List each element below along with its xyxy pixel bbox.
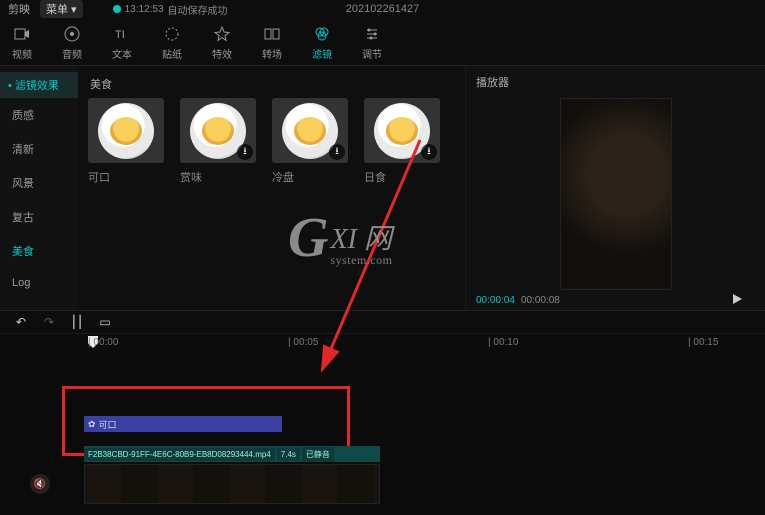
- text-icon: TI: [112, 24, 132, 44]
- tab-effect[interactable]: 特效: [212, 24, 232, 61]
- filter-clip-label: 可口: [99, 418, 117, 431]
- filter-thumb: ⭳: [272, 98, 348, 163]
- play-button[interactable]: [731, 293, 743, 308]
- svg-text:TI: TI: [115, 29, 125, 41]
- sidebar-item-scenery[interactable]: 风景: [0, 166, 78, 200]
- filter-card-label: 可口: [88, 169, 164, 185]
- title-bar: 剪映 菜单 ▾ 13:12:53 自动保存成功 202102261427: [0, 0, 765, 18]
- filter-card[interactable]: ⭳ 赏味: [180, 98, 256, 185]
- gallery-header: 美食: [90, 76, 455, 92]
- filter-gallery: 美食 可口 ⭳ 赏味 ⭳ 冷盘 ⭳ 日食: [78, 66, 465, 310]
- adjust-icon: [362, 24, 382, 44]
- current-time: 00:00:04: [476, 295, 515, 306]
- tab-audio[interactable]: 音频: [62, 24, 82, 61]
- split-button[interactable]: ⎮⎮: [70, 315, 84, 329]
- filter-thumb: ⭳: [180, 98, 256, 163]
- filter-thumb: [88, 98, 164, 163]
- filter-card-label: 赏味: [180, 169, 256, 185]
- filter-card-label: 日食: [364, 169, 440, 185]
- tab-video[interactable]: 视频: [12, 24, 32, 61]
- timeline-toolbar: ↶ ↷ ⎮⎮ ▭: [0, 310, 765, 334]
- player-controls: 00:00:04 00:00:08: [466, 290, 765, 310]
- autosave-status: 13:12:53 自动保存成功: [113, 2, 228, 17]
- player-panel: 播放器 00:00:04 00:00:08: [465, 66, 765, 310]
- video-thumbnail-strip[interactable]: [84, 464, 380, 504]
- tab-sticker[interactable]: 贴纸: [162, 24, 182, 61]
- total-time: 00:00:08: [521, 295, 560, 306]
- sidebar-item-fresh[interactable]: 清新: [0, 132, 78, 166]
- app-name: 剪映: [8, 1, 30, 17]
- undo-button[interactable]: ↶: [14, 315, 28, 329]
- download-icon[interactable]: ⭳: [329, 144, 345, 160]
- track-lock-icon[interactable]: 🔇: [30, 474, 50, 494]
- sidebar-header[interactable]: • 滤镜效果: [0, 72, 78, 98]
- filter-sidebar: • 滤镜效果 质感 清新 风景 复古 美食 Log: [0, 66, 78, 310]
- tab-adjust[interactable]: 调节: [362, 24, 382, 61]
- redo-button: ↷: [42, 315, 56, 329]
- filter-card-label: 冷盘: [272, 169, 348, 185]
- video-clip-mute: 已静音: [302, 447, 334, 462]
- main-tab-bar: 视频 音频 TI文本 贴纸 特效 转场 滤镜 调节: [0, 18, 765, 66]
- filter-card[interactable]: ⭳ 冷盘: [272, 98, 348, 185]
- preview-frame: [560, 98, 672, 290]
- player-title: 播放器: [466, 66, 765, 98]
- video-clip-file: F2B38CBD-91FF-4E6C-80B9-EB8D08293444.mp4: [84, 448, 275, 461]
- effect-icon: [212, 24, 232, 44]
- tab-transition[interactable]: 转场: [262, 24, 282, 61]
- tab-filter[interactable]: 滤镜: [312, 24, 332, 61]
- filter-thumb: ⭳: [364, 98, 440, 163]
- timeline-tracks[interactable]: ✿ 可口 F2B38CBD-91FF-4E6C-80B9-EB8D0829344…: [0, 356, 765, 515]
- filter-card[interactable]: 可口: [88, 98, 164, 185]
- download-icon[interactable]: ⭳: [421, 144, 437, 160]
- sidebar-item-log[interactable]: Log: [0, 268, 78, 298]
- video-clip[interactable]: F2B38CBD-91FF-4E6C-80B9-EB8D08293444.mp4…: [84, 446, 380, 462]
- transition-icon: [262, 24, 282, 44]
- sidebar-item-texture[interactable]: 质感: [0, 98, 78, 132]
- project-name: 202102261427: [346, 3, 419, 15]
- download-icon[interactable]: ⭳: [237, 144, 253, 160]
- tab-text[interactable]: TI文本: [112, 24, 132, 61]
- video-clip-duration: 7.4s: [277, 448, 300, 461]
- crop-button[interactable]: ▭: [98, 315, 112, 329]
- audio-icon: [62, 24, 82, 44]
- video-icon: [12, 24, 32, 44]
- timeline-ruler[interactable]: | 00:00 | 00:05 | 00:10 | 00:15: [0, 334, 765, 356]
- menu-dropdown[interactable]: 菜单 ▾: [40, 0, 83, 18]
- filter-card[interactable]: ⭳ 日食: [364, 98, 440, 185]
- status-dot-icon: [113, 5, 121, 13]
- sidebar-item-food[interactable]: 美食: [0, 234, 78, 268]
- filter-clip[interactable]: ✿ 可口: [84, 416, 282, 432]
- filter-clip-icon: ✿: [88, 419, 96, 430]
- sticker-icon: [162, 24, 182, 44]
- sidebar-item-retro[interactable]: 复古: [0, 200, 78, 234]
- filter-icon: [312, 24, 332, 44]
- player-stage[interactable]: [466, 98, 765, 290]
